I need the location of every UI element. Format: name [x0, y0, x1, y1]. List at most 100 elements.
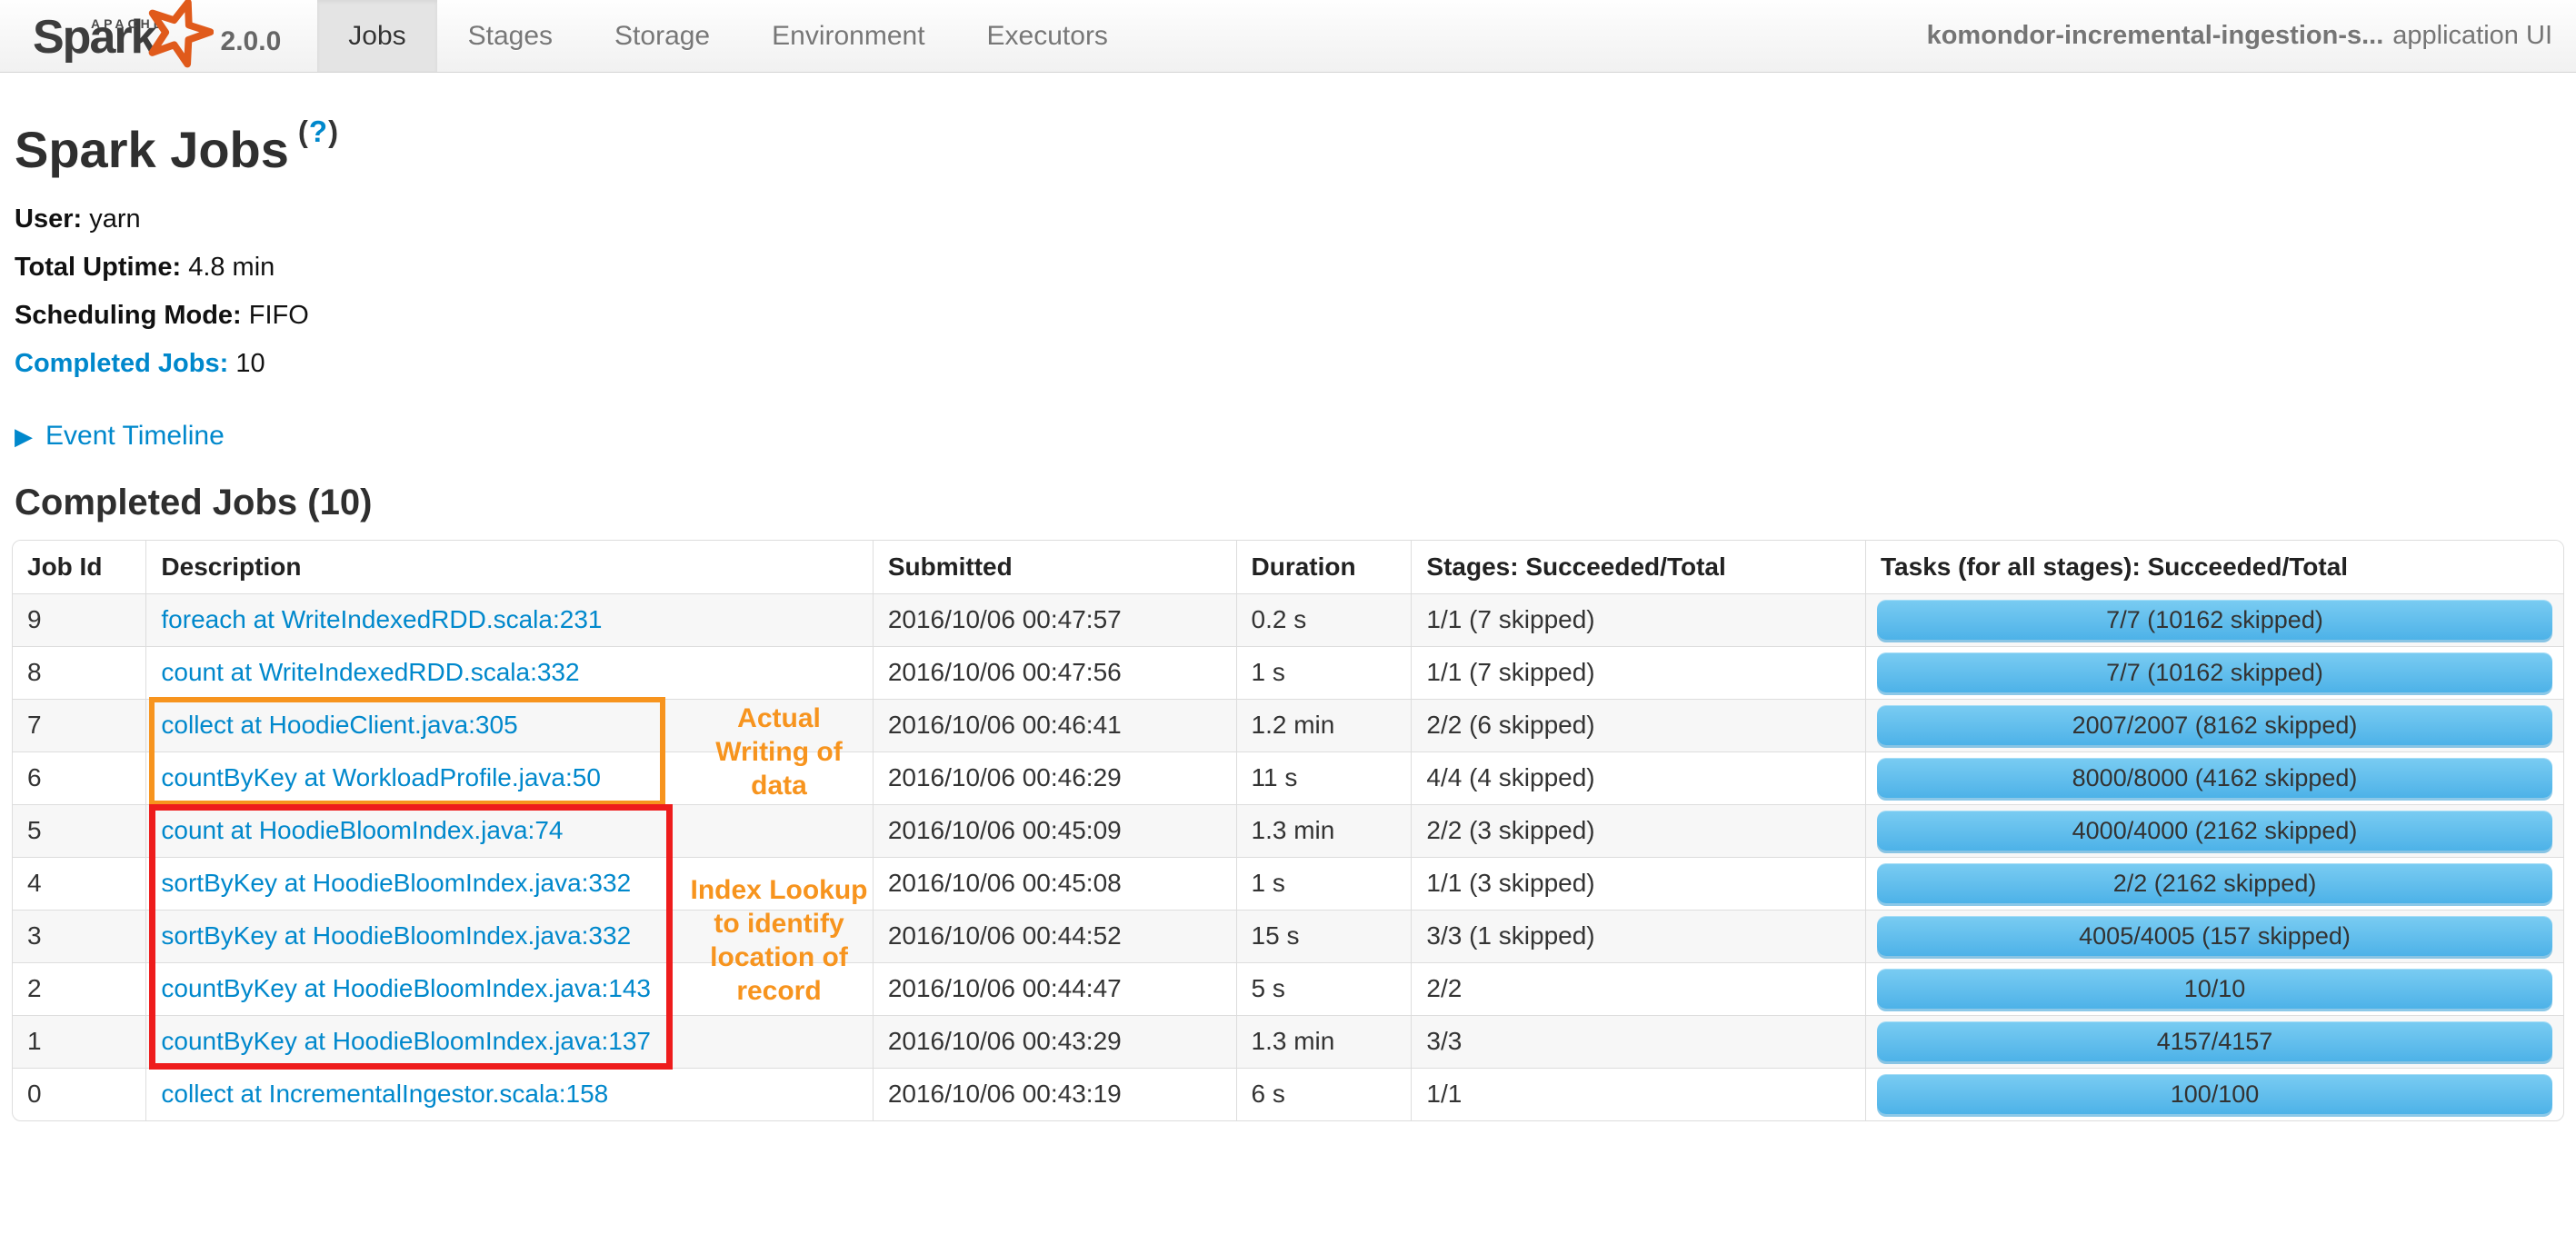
tasks-progress-label: 100/100 [2170, 1080, 2260, 1108]
tasks-progress-bar: 2007/2007 (8162 skipped) [1877, 705, 2552, 745]
summary-info: User: yarn Total Uptime: 4.8 min Schedul… [15, 201, 2564, 383]
job-id-cell: 5 [13, 803, 147, 858]
job-id-cell: 3 [13, 909, 147, 963]
duration-cell: 5 s [1235, 961, 1413, 1016]
job-description-link[interactable]: count at WriteIndexedRDD.scala:332 [161, 658, 579, 686]
completed-jobs-info: Completed Jobs: 10 [15, 345, 2564, 383]
event-timeline-label: Event Timeline [45, 421, 225, 451]
stages-cell: 1/1 [1411, 1067, 1867, 1120]
job-id-cell: 4 [13, 856, 147, 911]
description-cell: sortByKey at HoodieBloomIndex.java:332 [145, 856, 874, 911]
duration-cell: 1.3 min [1235, 803, 1413, 858]
duration-cell: 1.2 min [1235, 698, 1413, 752]
job-id-cell: 8 [13, 645, 147, 700]
table-row: 8 count at WriteIndexedRDD.scala:332 201… [13, 645, 2563, 700]
submitted-cell: 2016/10/06 00:43:29 [872, 1014, 1237, 1069]
job-description-link[interactable]: collect at IncrementalIngestor.scala:158 [161, 1080, 608, 1108]
job-description-link[interactable]: count at HoodieBloomIndex.java:74 [161, 816, 563, 844]
submitted-cell: 2016/10/06 00:47:57 [872, 592, 1237, 647]
stages-cell: 1/1 (7 skipped) [1411, 645, 1867, 700]
page-title: Spark Jobs (?) [15, 114, 2564, 179]
completed-jobs-link[interactable]: Completed Jobs: [15, 349, 228, 378]
tasks-progress-label: 8000/8000 (4162 skipped) [2072, 763, 2358, 791]
duration-cell: 1.3 min [1235, 1014, 1413, 1069]
table-row: 3 sortByKey at HoodieBloomIndex.java:332… [13, 909, 2563, 963]
header-duration: Duration [1235, 541, 1413, 594]
table-row: 2 countByKey at HoodieBloomIndex.java:14… [13, 961, 2563, 1016]
tasks-progress-label: 2007/2007 (8162 skipped) [2072, 711, 2358, 739]
application-ui-label: application UI [2392, 21, 2552, 50]
tasks-cell: 4157/4157 [1865, 1014, 2563, 1069]
description-cell: countByKey at HoodieBloomIndex.java:143 [145, 961, 874, 1016]
uptime-label: Total Uptime: [15, 253, 182, 282]
help-icon[interactable]: (?) [298, 114, 339, 148]
tasks-progress-label: 7/7 (10162 skipped) [2106, 605, 2323, 633]
tasks-cell: 2/2 (2162 skipped) [1865, 856, 2563, 911]
stages-cell: 2/2 (6 skipped) [1411, 698, 1867, 752]
submitted-cell: 2016/10/06 00:46:29 [872, 751, 1237, 805]
tasks-progress-bar: 10/10 [1877, 969, 2552, 1009]
application-title: komondor-incremental-ingestion-s... appl… [1927, 0, 2576, 72]
tasks-progress-bar: 8000/8000 (4162 skipped) [1877, 758, 2552, 798]
description-cell: count at HoodieBloomIndex.java:74 [145, 803, 874, 858]
stages-cell: 4/4 (4 skipped) [1411, 751, 1867, 805]
description-cell: count at WriteIndexedRDD.scala:332 [145, 645, 874, 700]
job-description-link[interactable]: foreach at WriteIndexedRDD.scala:231 [161, 605, 602, 633]
tasks-progress-bar: 7/7 (10162 skipped) [1877, 600, 2552, 640]
spark-logo: APACHE Spark™ 2.0.0 [0, 0, 317, 72]
duration-cell: 1 s [1235, 856, 1413, 911]
submitted-cell: 2016/10/06 00:43:19 [872, 1067, 1237, 1120]
tab-storage[interactable]: Storage [584, 0, 741, 72]
table-header-row: Job Id Description Submitted Duration St… [13, 541, 2563, 594]
tasks-cell: 4005/4005 (157 skipped) [1865, 909, 2563, 963]
tasks-cell: 7/7 (10162 skipped) [1865, 592, 2563, 647]
table-row: 7 collect at HoodieClient.java:305 2016/… [13, 698, 2563, 752]
tab-executors[interactable]: Executors [956, 0, 1139, 72]
job-description-link[interactable]: countByKey at HoodieBloomIndex.java:143 [161, 974, 651, 1002]
expand-arrow-icon: ▶ [15, 423, 33, 450]
description-cell: collect at HoodieClient.java:305 [145, 698, 874, 752]
scheduling-mode-value: FIFO [248, 301, 309, 330]
tasks-cell: 100/100 [1865, 1067, 2563, 1120]
job-description-link[interactable]: countByKey at WorkloadProfile.java:50 [161, 763, 601, 791]
submitted-cell: 2016/10/06 00:45:09 [872, 803, 1237, 858]
tasks-cell: 2007/2007 (8162 skipped) [1865, 698, 2563, 752]
scheduling-mode-label: Scheduling Mode: [15, 301, 242, 330]
duration-cell: 6 s [1235, 1067, 1413, 1120]
job-id-cell: 6 [13, 751, 147, 805]
stages-cell: 2/2 (3 skipped) [1411, 803, 1867, 858]
tasks-progress-label: 4000/4000 (2162 skipped) [2072, 816, 2358, 844]
user-label: User: [15, 204, 83, 234]
description-cell: sortByKey at HoodieBloomIndex.java:332 [145, 909, 874, 963]
tasks-cell: 7/7 (10162 skipped) [1865, 645, 2563, 700]
completed-jobs-table: Job Id Description Submitted Duration St… [12, 540, 2564, 1121]
completed-jobs-count: 10 [235, 349, 265, 378]
tab-stages[interactable]: Stages [437, 0, 584, 72]
table-row: 5 count at HoodieBloomIndex.java:74 2016… [13, 803, 2563, 858]
tasks-progress-bar: 7/7 (10162 skipped) [1877, 652, 2552, 692]
job-description-link[interactable]: countByKey at HoodieBloomIndex.java:137 [161, 1027, 651, 1055]
uptime-info: Total Uptime: 4.8 min [15, 249, 2564, 286]
application-name: komondor-incremental-ingestion-s... [1926, 21, 2384, 50]
job-description-link[interactable]: sortByKey at HoodieBloomIndex.java:332 [161, 921, 631, 950]
submitted-cell: 2016/10/06 00:45:08 [872, 856, 1237, 911]
nav-tabs: Jobs Stages Storage Environment Executors [317, 0, 1139, 72]
job-description-link[interactable]: collect at HoodieClient.java:305 [161, 711, 517, 739]
submitted-cell: 2016/10/06 00:44:52 [872, 909, 1237, 963]
tab-jobs[interactable]: Jobs [317, 0, 437, 72]
stages-cell: 1/1 (3 skipped) [1411, 856, 1867, 911]
tasks-cell: 4000/4000 (2162 skipped) [1865, 803, 2563, 858]
job-description-link[interactable]: sortByKey at HoodieBloomIndex.java:332 [161, 869, 631, 897]
duration-cell: 0.2 s [1235, 592, 1413, 647]
user-info: User: yarn [15, 201, 2564, 238]
job-id-cell: 0 [13, 1067, 147, 1120]
event-timeline-toggle[interactable]: ▶ Event Timeline [15, 421, 225, 452]
submitted-cell: 2016/10/06 00:46:41 [872, 698, 1237, 752]
submitted-cell: 2016/10/06 00:47:56 [872, 645, 1237, 700]
tab-environment[interactable]: Environment [741, 0, 955, 72]
tasks-progress-bar: 100/100 [1877, 1074, 2552, 1115]
stages-cell: 3/3 [1411, 1014, 1867, 1069]
header-job-id: Job Id [13, 541, 147, 594]
duration-cell: 11 s [1235, 751, 1413, 805]
completed-jobs-section-title: Completed Jobs (10) [15, 483, 373, 522]
